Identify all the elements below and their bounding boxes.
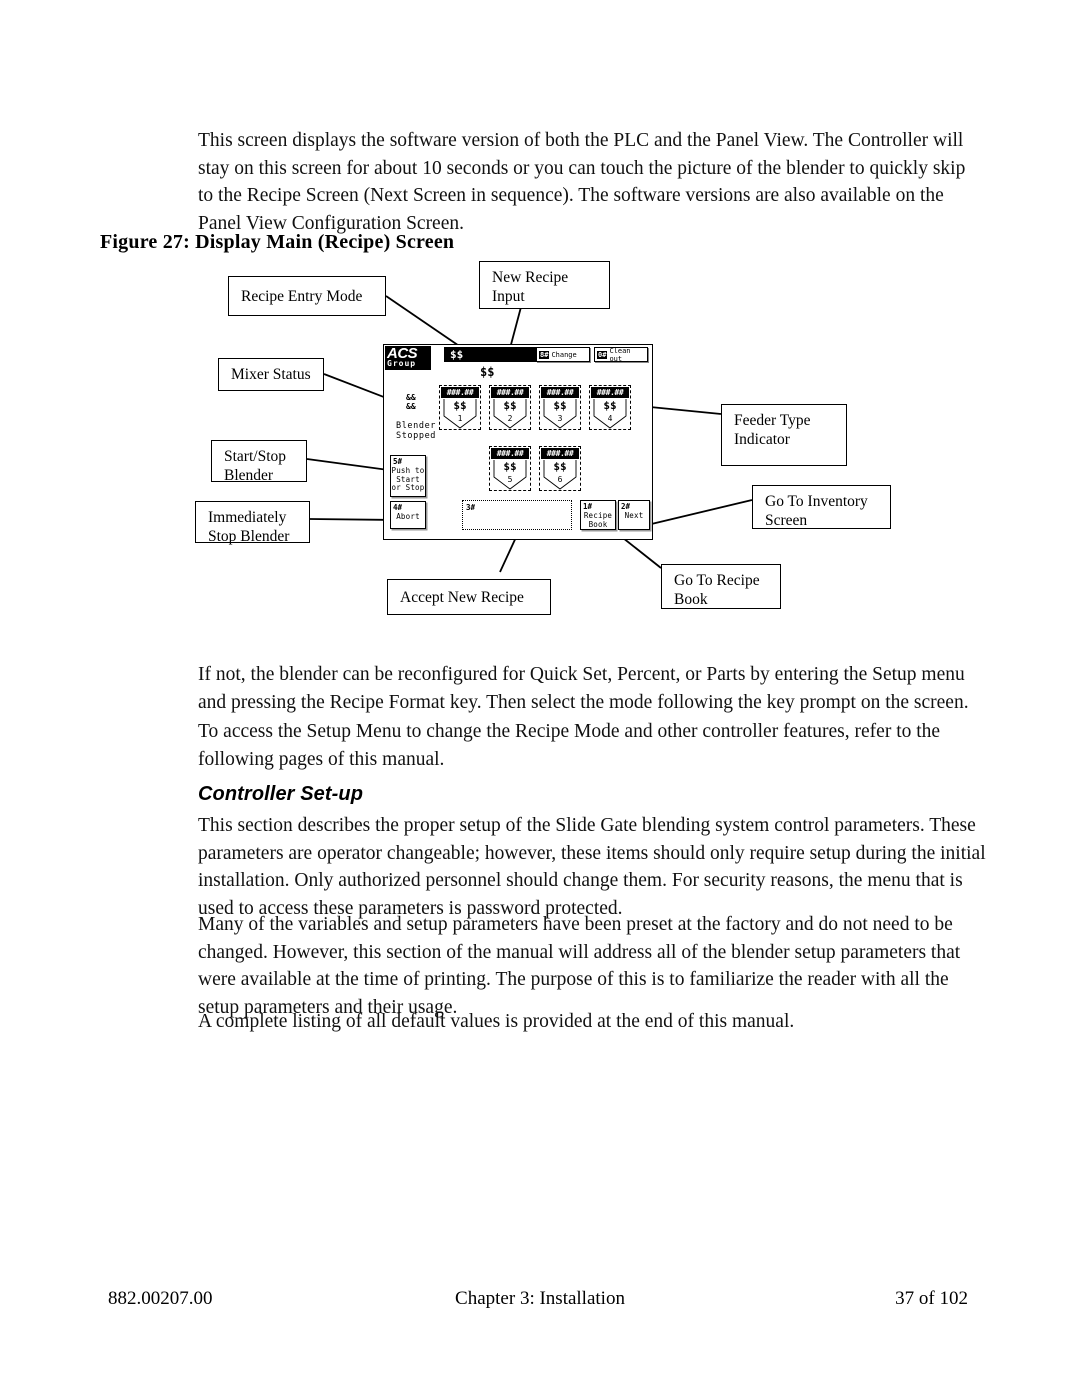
feeder-value-5: $$ bbox=[503, 460, 517, 473]
blender-status-line1: Blender bbox=[396, 421, 437, 431]
callout-label-line1: Feeder Type bbox=[734, 412, 811, 429]
change-button[interactable]: 8# Change bbox=[536, 347, 590, 362]
callout-recipe-entry-mode: Recipe Entry Mode bbox=[228, 276, 386, 316]
recipe-book-button-key: 1# bbox=[583, 502, 593, 511]
feeder-indicator-4[interactable]: ###.## $$ 4 bbox=[589, 385, 631, 430]
callout-label-line1: Go To Recipe bbox=[674, 572, 760, 589]
feeder-value-2: $$ bbox=[503, 399, 517, 412]
abort-button-key: 4# bbox=[393, 503, 403, 512]
mixer-status-display: && && bbox=[406, 393, 416, 411]
callout-immediately-stop-blender: Immediately Stop Blender bbox=[195, 501, 310, 545]
callout-label-line1: Immediately bbox=[208, 509, 287, 526]
callout-go-to-inventory-screen: Go To Inventory Screen bbox=[752, 485, 891, 529]
mixer-status-line1: && bbox=[406, 393, 416, 402]
feeder-indicator-3[interactable]: ###.## $$ 3 bbox=[539, 385, 581, 430]
feeder-value-4: $$ bbox=[603, 399, 617, 412]
recipe-book-label-line2: Book bbox=[588, 519, 608, 529]
abort-button[interactable]: 4# Abort bbox=[390, 501, 426, 529]
next-button[interactable]: 2# Next bbox=[618, 500, 650, 530]
acs-group-logo: ACS Group bbox=[385, 346, 431, 370]
callout-mixer-status: Mixer Status bbox=[218, 358, 324, 391]
next-button-label: Next bbox=[624, 511, 644, 520]
clean-out-button-key: 0# bbox=[597, 350, 608, 359]
feeder-number-1: 1 bbox=[457, 414, 463, 423]
feeder-value-3: $$ bbox=[553, 399, 567, 412]
feeder-setpoint-1: ###.## bbox=[441, 387, 479, 398]
next-button-key: 2# bbox=[621, 502, 631, 511]
section-heading-controller-setup: Controller Set-up bbox=[198, 783, 364, 805]
abort-button-label: Abort bbox=[396, 512, 420, 521]
callout-label-line2: Stop Blender bbox=[208, 528, 290, 545]
callout-accept-new-recipe: Accept New Recipe bbox=[387, 579, 551, 615]
feeder-number-2: 2 bbox=[507, 414, 513, 423]
blender-status-display: Blender Stopped bbox=[396, 421, 436, 441]
recipe-entry-mode-value: $$ bbox=[450, 348, 464, 361]
start-stop-label-line3: or Stop bbox=[391, 483, 425, 492]
logo-sub-text: Group bbox=[387, 359, 417, 368]
feeder-value-6: $$ bbox=[553, 460, 567, 473]
paragraph-after-figure-2: To access the Setup Menu to change the R… bbox=[198, 721, 941, 770]
footer-page-number: 37 of 102 bbox=[895, 1288, 968, 1309]
callout-feeder-type-indicator: Feeder Type Indicator bbox=[721, 404, 847, 466]
callout-new-recipe-input: New Recipe Input bbox=[479, 261, 610, 309]
feeder-number-3: 3 bbox=[557, 414, 563, 423]
feeder-setpoint-4: ###.## bbox=[591, 387, 629, 398]
feeder-indicator-6[interactable]: ###.## $$ 6 bbox=[539, 446, 581, 491]
feeder-number-6: 6 bbox=[557, 475, 563, 484]
change-button-key: 8# bbox=[539, 350, 550, 359]
blender-status-line2: Stopped bbox=[396, 431, 437, 441]
paragraph-after-figure-1: If not, the blender can be reconfigured … bbox=[198, 664, 969, 713]
feeder-number-4: 4 bbox=[607, 414, 613, 423]
callout-label: Recipe Entry Mode bbox=[241, 287, 363, 305]
clean-out-button-label: Clean out bbox=[609, 346, 631, 363]
callout-label-line2: Indicator bbox=[734, 431, 790, 448]
feeder-setpoint-3: ###.## bbox=[541, 387, 579, 398]
figure-caption: Figure 27: Display Main (Recipe) Screen bbox=[100, 231, 455, 253]
clean-out-button[interactable]: 0# Clean out bbox=[594, 346, 648, 363]
start-stop-button-label: Push to Start or Stop bbox=[391, 466, 425, 493]
start-stop-blender-button[interactable]: 5# Push to Start or Stop bbox=[390, 455, 426, 497]
mixer-status-line2: && bbox=[406, 402, 416, 411]
feeder-setpoint-5: ###.## bbox=[491, 448, 529, 459]
start-stop-button-key: 5# bbox=[393, 457, 403, 466]
feeder-value-1: $$ bbox=[453, 399, 467, 412]
callout-label-line2: Book bbox=[674, 591, 708, 608]
feeder-setpoint-2: ###.## bbox=[491, 387, 529, 398]
recipe-book-button-label: Recipe Book bbox=[581, 511, 615, 529]
paragraph-setup-1: This section describes the proper setup … bbox=[198, 815, 986, 919]
change-button-label: Change bbox=[551, 350, 577, 359]
paragraph-setup-3: A complete listing of all default values… bbox=[198, 1011, 795, 1032]
recipe-book-button[interactable]: 1# Recipe Book bbox=[580, 500, 616, 530]
feeder-indicator-1[interactable]: ###.## $$ 1 bbox=[439, 385, 481, 430]
accept-new-recipe-input[interactable]: 3# bbox=[462, 500, 572, 530]
callout-label-line1: Go To Inventory bbox=[765, 493, 868, 510]
hmi-panel: ACS Group $$ 8# Change 0# Clean out $$ &… bbox=[383, 344, 653, 540]
feeder-number-5: 5 bbox=[507, 475, 513, 484]
callout-label: Accept New Recipe bbox=[400, 588, 524, 606]
callout-label-line2: Screen bbox=[765, 512, 808, 529]
callout-go-to-recipe-book: Go To Recipe Book bbox=[661, 564, 781, 609]
footer-chapter: Chapter 3: Installation bbox=[455, 1288, 625, 1309]
callout-start-stop-blender: Start/Stop Blender bbox=[211, 440, 307, 484]
new-recipe-input-value[interactable]: $$ bbox=[480, 365, 494, 379]
page-footer: 882.00207.00 Chapter 3: Installation 37 … bbox=[108, 1288, 972, 1314]
callout-label-line1: New Recipe bbox=[492, 269, 569, 286]
document-page: This screen displays the software versio… bbox=[0, 0, 1080, 1397]
callout-label: Mixer Status bbox=[231, 366, 311, 383]
feeder-indicator-5[interactable]: ###.## $$ 5 bbox=[489, 446, 531, 491]
feeder-indicator-2[interactable]: ###.## $$ 2 bbox=[489, 385, 531, 430]
paragraph-intro: This screen displays the software versio… bbox=[198, 130, 966, 234]
paragraph-setup-2: Many of the variables and setup paramete… bbox=[198, 914, 961, 1018]
accept-new-recipe-key: 3# bbox=[466, 503, 476, 512]
callout-label-line2: Blender bbox=[224, 467, 274, 484]
callout-label-line2: Input bbox=[492, 288, 525, 305]
callout-label-line1: Start/Stop bbox=[224, 448, 287, 465]
feeder-setpoint-6: ###.## bbox=[541, 448, 579, 459]
